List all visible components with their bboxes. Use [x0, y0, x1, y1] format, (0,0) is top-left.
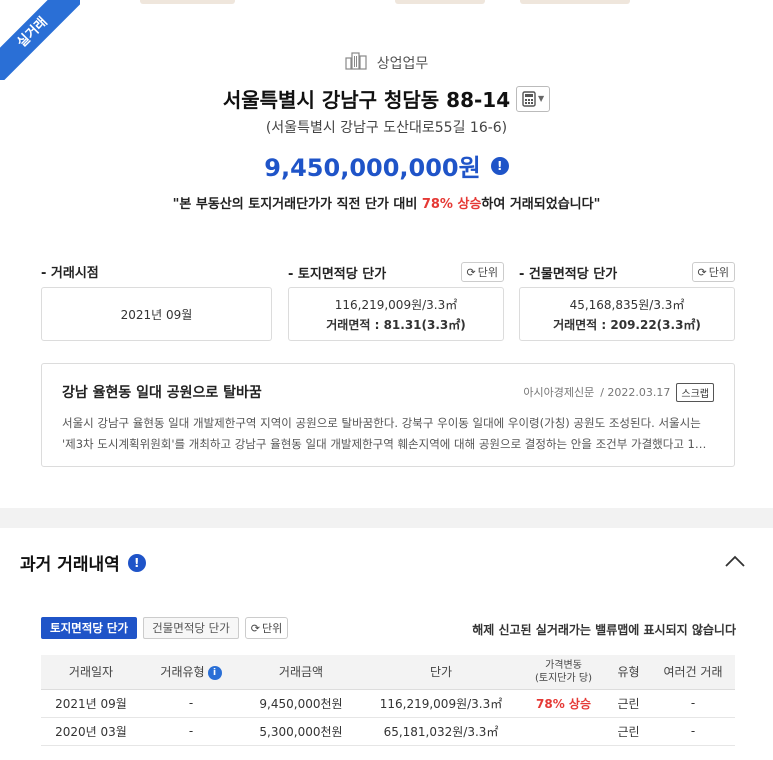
news-meta: 아시아경제신문 / 2022.03.17 스크랩: [523, 382, 714, 402]
cell-price-change: 78% 상승: [521, 689, 606, 718]
tab-building-unit-price[interactable]: 건물면적당 단가: [143, 617, 239, 639]
land-unit-price-header: - 토지면적당 단가 ⟳ 단위: [288, 262, 504, 282]
property-summary: 상업업무 서울특별시 강남구 청담동 88-14 ▼ (서울특별시 강남구 도산…: [0, 0, 773, 508]
refresh-icon: ⟳: [250, 621, 261, 635]
building-unit-price-value: 45,168,835원/3.3㎡: [569, 297, 685, 312]
land-unit-price-title: - 토지면적당 단가: [288, 266, 387, 282]
news-excerpt-line: 서울시 강남구 율현동 일대 개발제한구역 지역이 공원으로 탈바꿈한다. 강북…: [62, 416, 701, 430]
info-icon[interactable]: i: [207, 665, 222, 680]
cell-date: 2020년 03월: [41, 717, 141, 746]
deal-price: 9,450,000,000원: [264, 154, 481, 182]
cell-unit-price: 65,181,032원/3.3㎡: [361, 717, 521, 746]
col-amount: 거래금액: [241, 655, 361, 690]
calculator-icon: [522, 90, 536, 107]
chevron-up-icon: [725, 555, 745, 567]
table-row[interactable]: 2020년 03월 - 5,300,000천원 65,181,032원/3.3㎡…: [41, 717, 735, 746]
refresh-icon: ⟳: [466, 265, 476, 279]
news-excerpt-line: '제3차 도시계획위원회'를 개최하고 강남구 율현동 일대 개발제한구역 훼손…: [62, 437, 707, 451]
deal-date-title: - 거래시점: [41, 266, 99, 281]
cell-amount: 5,300,000천원: [241, 717, 361, 746]
cell-type: -: [141, 717, 241, 746]
land-area-value: 거래면적 : 81.31(3.3㎡): [326, 317, 466, 332]
history-title: 과거 거래내역: [20, 555, 120, 575]
history-note: 해제 신고된 실거래가는 밸류맵에 표시되지 않습니다: [472, 623, 736, 637]
unit-toggle-label: 단위: [262, 622, 283, 635]
history-table: 거래일자 거래유형 i 거래금액 단가 가격변동 (토지단가 당) 유형 여러건 거…: [41, 655, 735, 746]
news-card[interactable]: 강남 율현동 일대 공원으로 탈바꿈 아시아경제신문 / 2022.03.17 …: [41, 363, 735, 467]
col-price-change: 가격변동 (토지단가 당): [521, 655, 606, 690]
chevron-down-icon: ▼: [538, 94, 545, 103]
calculator-button[interactable]: ▼: [516, 85, 551, 112]
col-unit-price: 단가: [361, 655, 521, 690]
info-icon[interactable]: !: [127, 553, 146, 572]
col-kind: 유형: [606, 655, 651, 690]
deal-date-header: - 거래시점: [41, 262, 272, 281]
cell-date: 2021년 09월: [41, 689, 141, 718]
category-label: 상업업무: [376, 56, 429, 72]
cell-multi: -: [651, 689, 735, 718]
table-header-row: 거래일자 거래유형 i 거래금액 단가 가격변동 (토지단가 당) 유형 여러건 거…: [41, 655, 735, 690]
land-unit-toggle-button[interactable]: ⟳ 단위: [460, 262, 504, 282]
cell-amount: 9,450,000천원: [241, 689, 361, 718]
building-unit-price-title: - 건물면적당 단가: [519, 266, 618, 282]
cell-unit-price: 116,219,009원/3.3㎡: [361, 689, 521, 718]
col-change-line: (토지단가 당): [535, 672, 592, 684]
land-unit-price-value: 116,219,009원/3.3㎡: [334, 297, 458, 312]
lot-address: 서울특별시 강남구 청담동 88-14: [222, 88, 511, 112]
building-unit-price-box: 45,168,835원/3.3㎡ 거래면적 : 209.22(3.3㎡): [519, 287, 735, 341]
cell-kind: 근린: [606, 689, 651, 718]
notice-highlight: 78% 상승: [421, 197, 482, 212]
building-unit-price-header: - 건물면적당 단가 ⟳ 단위: [519, 262, 735, 282]
cell-kind: 근린: [606, 717, 651, 746]
news-excerpt: 서울시 강남구 율현동 일대 개발제한구역 지역이 공원으로 탈바꿈한다. 강북…: [62, 413, 714, 455]
scrap-button[interactable]: 스크랩: [676, 382, 714, 402]
col-change-line: 가격변동: [545, 659, 582, 671]
building-unit-toggle-button[interactable]: ⟳ 단위: [691, 262, 735, 282]
news-header: 강남 율현동 일대 공원으로 탈바꿈 아시아경제신문 / 2022.03.17 …: [62, 382, 714, 402]
history-header: 과거 거래내역 !: [20, 550, 146, 575]
table-row[interactable]: 2021년 09월 - 9,450,000천원 116,219,009원/3.3…: [41, 689, 735, 718]
building-icon: [345, 52, 367, 74]
col-multi: 여러건 거래: [651, 655, 735, 690]
refresh-icon: ⟳: [697, 265, 707, 279]
news-title[interactable]: 강남 율현동 일대 공원으로 탈바꿈: [62, 382, 262, 402]
news-date: / 2022.03.17: [600, 385, 671, 399]
cell-type: -: [141, 689, 241, 718]
price-row: 9,450,000,000원 !: [0, 148, 773, 183]
tab-land-unit-price[interactable]: 토지면적당 단가: [41, 617, 138, 639]
price-change-notice: "본 부동산의 토지거래단가가 직전 단가 대비 78% 상승하여 거래되었습니…: [0, 193, 773, 212]
history-unit-toggle-button[interactable]: ⟳ 단위: [244, 617, 289, 639]
notice-prefix: "본 부동산의 토지거래단가가 직전 단가 대비: [172, 197, 422, 212]
section-divider: [0, 508, 773, 528]
cell-price-change: [521, 717, 606, 746]
unit-toggle-label: 단위: [708, 266, 729, 279]
notice-suffix: 하여 거래되었습니다": [481, 197, 601, 212]
address-row: 서울특별시 강남구 청담동 88-14 ▼: [0, 84, 773, 113]
category-row: 상업업무: [0, 52, 773, 74]
building-area-value: 거래면적 : 209.22(3.3㎡): [553, 317, 701, 332]
road-address: (서울특별시 강남구 도산대로55길 16-6): [265, 120, 508, 136]
collapse-button[interactable]: [722, 551, 748, 571]
history-tabs: 토지면적당 단가 건물면적당 단가 ⟳ 단위: [41, 617, 289, 639]
unit-toggle-label: 단위: [477, 266, 498, 279]
deal-date-box: 2021년 09월: [41, 287, 272, 341]
col-type: 거래유형 i: [141, 655, 241, 690]
col-type-label: 거래유형: [160, 665, 205, 680]
col-date: 거래일자: [41, 655, 141, 690]
info-icon[interactable]: !: [490, 156, 509, 175]
news-source: 아시아경제신문: [523, 386, 595, 399]
deal-date-value: 2021년 09월: [120, 307, 193, 322]
land-unit-price-box: 116,219,009원/3.3㎡ 거래면적 : 81.31(3.3㎡): [288, 287, 504, 341]
cell-multi: -: [651, 717, 735, 746]
